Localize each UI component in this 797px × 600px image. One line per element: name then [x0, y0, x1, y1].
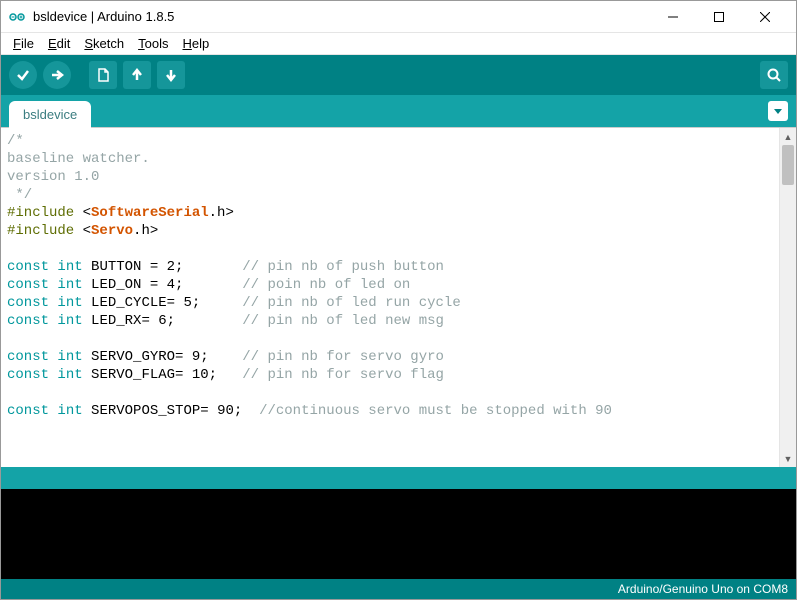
code-editor[interactable]: /*baseline watcher.version 1.0 */#includ… [1, 128, 779, 467]
console-output[interactable] [1, 489, 796, 579]
tab-active[interactable]: bsldevice [9, 101, 91, 128]
code-line: const int LED_CYCLE= 5; // pin nb of led… [7, 294, 773, 312]
menu-help[interactable]: Help [176, 34, 215, 53]
code-line [7, 384, 773, 402]
menu-bar: File Edit Sketch Tools Help [1, 33, 796, 55]
footer-bar: Arduino/Genuino Uno on COM8 [1, 579, 796, 599]
code-line: /* [7, 132, 773, 150]
code-line: #include <Servo.h> [7, 222, 773, 240]
open-sketch-button[interactable] [123, 61, 151, 89]
status-strip [1, 467, 796, 489]
arduino-app-icon [9, 9, 25, 25]
new-sketch-button[interactable] [89, 61, 117, 89]
tabs-row: bsldevice [1, 95, 796, 127]
maximize-button[interactable] [696, 1, 742, 33]
menu-edit[interactable]: Edit [42, 34, 76, 53]
board-port-label: Arduino/Genuino Uno on COM8 [618, 582, 788, 596]
close-button[interactable] [742, 1, 788, 33]
editor-area: /*baseline watcher.version 1.0 */#includ… [1, 127, 796, 467]
toolbar [1, 55, 796, 95]
code-line [7, 330, 773, 348]
minimize-button[interactable] [650, 1, 696, 33]
code-line: const int BUTTON = 2; // pin nb of push … [7, 258, 773, 276]
code-line: const int SERVO_GYRO= 9; // pin nb for s… [7, 348, 773, 366]
tab-menu-button[interactable] [768, 101, 788, 121]
code-line: const int SERVO_FLAG= 10; // pin nb for … [7, 366, 773, 384]
scroll-track[interactable] [780, 145, 796, 450]
scroll-thumb[interactable] [782, 145, 794, 185]
save-sketch-button[interactable] [157, 61, 185, 89]
code-line: baseline watcher. [7, 150, 773, 168]
code-line: const int LED_ON = 4; // poin nb of led … [7, 276, 773, 294]
title-bar: bsldevice | Arduino 1.8.5 [1, 1, 796, 33]
window-title: bsldevice | Arduino 1.8.5 [33, 9, 174, 24]
code-line: const int LED_RX= 6; // pin nb of led ne… [7, 312, 773, 330]
code-line [7, 240, 773, 258]
scroll-down-arrow-icon[interactable]: ▼ [780, 450, 797, 467]
upload-button[interactable] [43, 61, 71, 89]
code-line: const int SERVOPOS_STOP= 90; //continuou… [7, 402, 773, 420]
verify-button[interactable] [9, 61, 37, 89]
code-line: #include <SoftwareSerial.h> [7, 204, 773, 222]
tab-label: bsldevice [23, 107, 77, 122]
editor-scrollbar[interactable]: ▲ ▼ [779, 128, 796, 467]
menu-tools[interactable]: Tools [132, 34, 174, 53]
menu-file[interactable]: File [7, 34, 40, 53]
serial-monitor-button[interactable] [760, 61, 788, 89]
scroll-up-arrow-icon[interactable]: ▲ [780, 128, 797, 145]
code-line: version 1.0 [7, 168, 773, 186]
code-line: */ [7, 186, 773, 204]
menu-sketch[interactable]: Sketch [78, 34, 130, 53]
